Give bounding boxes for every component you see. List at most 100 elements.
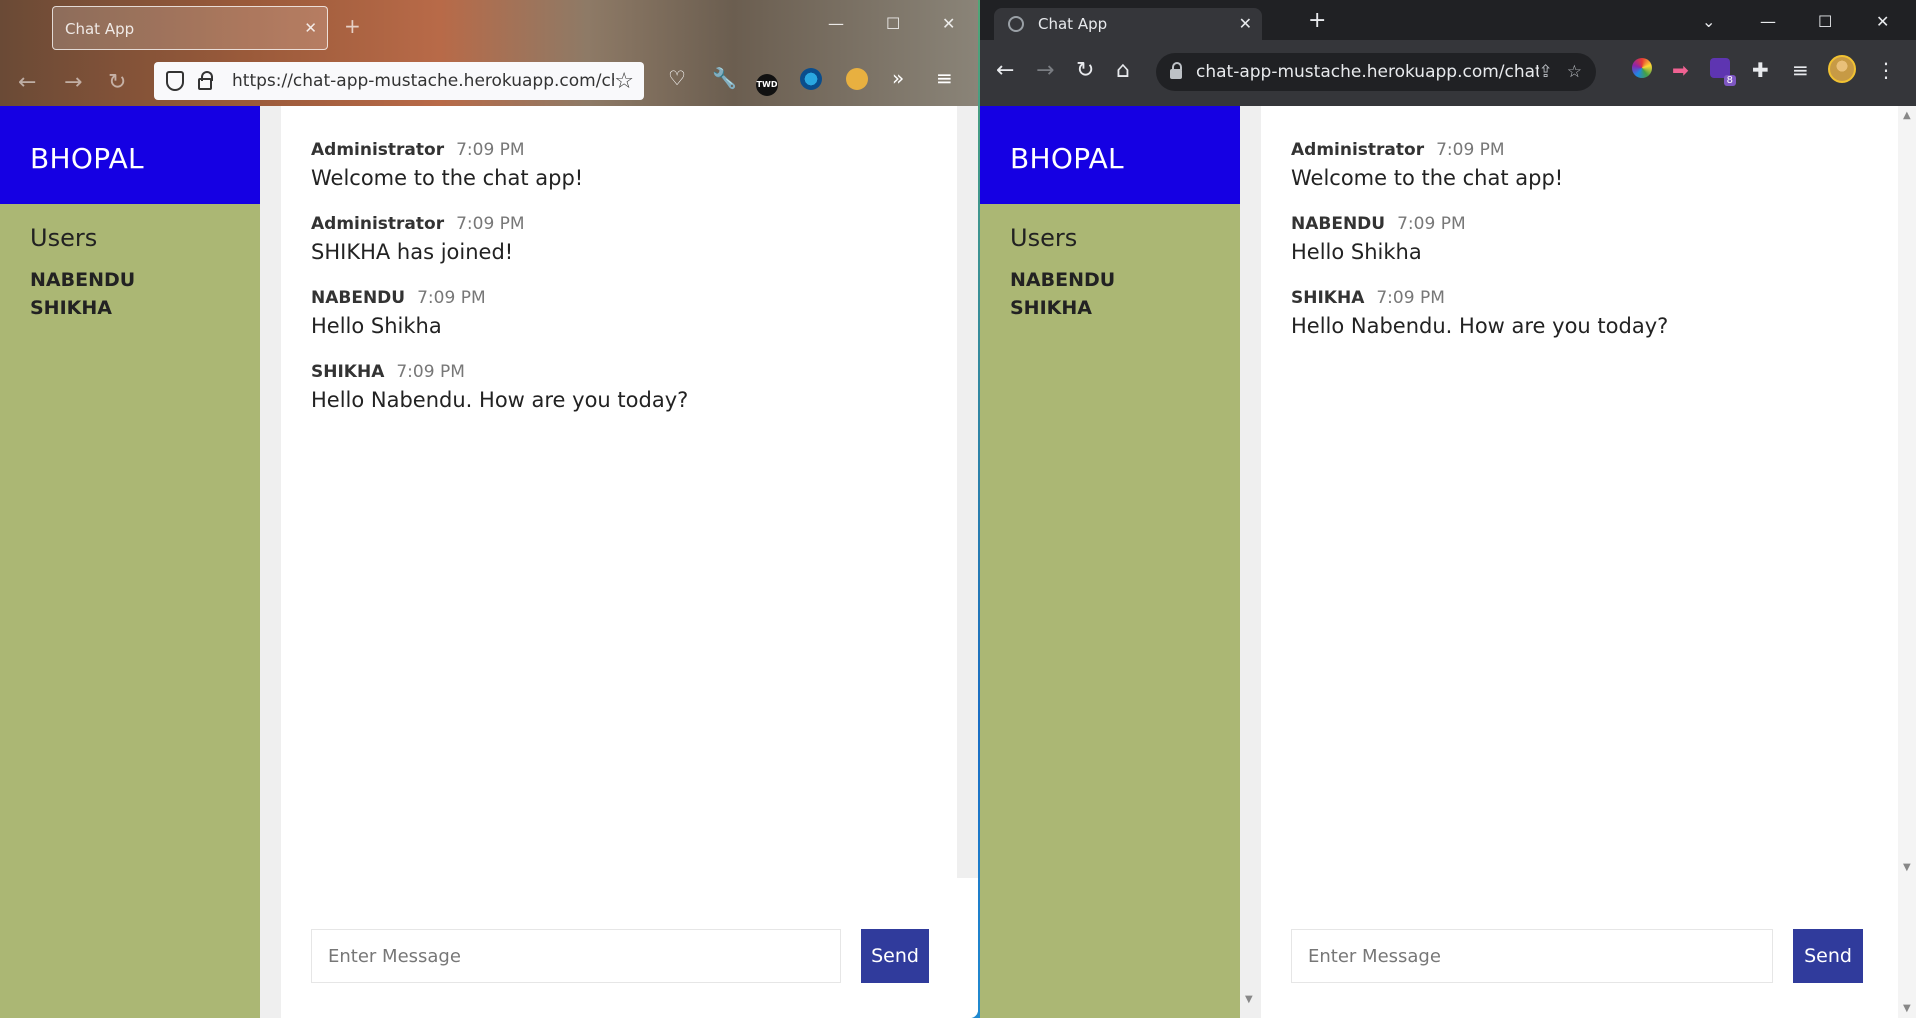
user-item: NABENDU xyxy=(1010,269,1116,291)
chrome-window: Chat App ✕ + ⌄ — ☐ ✕ ← → ↻ ⌂ chat-app-mu… xyxy=(980,0,1916,1018)
maximize-icon[interactable]: ☐ xyxy=(1818,12,1832,31)
chrome-tab[interactable]: Chat App ✕ xyxy=(994,8,1262,40)
message: SHIKHA 7:09 PM Hello Nabendu. How are you… xyxy=(311,362,948,412)
back-icon[interactable]: ← xyxy=(996,58,1014,83)
message-name: Administrator xyxy=(311,140,445,160)
message-time: 7:09 PM xyxy=(456,214,525,234)
users-title: Users xyxy=(1010,224,1078,252)
firefox-window: Chat App ✕ + — ☐ ✕ ← → ↻ https://chat-ap… xyxy=(0,0,978,1018)
scroll-down-arrow-icon[interactable]: ▼ xyxy=(1240,994,1261,1018)
message-form: Send xyxy=(1261,894,1916,1018)
reload-icon[interactable]: ↻ xyxy=(108,70,126,95)
back-icon[interactable]: ← xyxy=(18,70,36,95)
reload-icon[interactable]: ↻ xyxy=(1076,58,1094,83)
send-button[interactable]: Send xyxy=(1793,929,1863,983)
minimize-icon[interactable]: — xyxy=(828,14,844,33)
share-icon[interactable]: ⇪ xyxy=(1539,62,1553,82)
message-input[interactable] xyxy=(311,929,841,983)
close-window-icon[interactable]: ✕ xyxy=(942,14,955,33)
scroll-down-arrow-icon[interactable]: ▼ xyxy=(1903,862,1911,873)
chrome-address-bar[interactable]: chat-app-mustache.herokuapp.com/chat....… xyxy=(1156,53,1596,91)
wrench-icon[interactable]: 🔧 xyxy=(712,66,737,90)
sidebar: BHOPAL Users NABENDU SHIKHA xyxy=(980,106,1240,1018)
message-scrollbar[interactable] xyxy=(957,106,978,878)
user-list: NABENDU SHIKHA xyxy=(0,266,260,322)
extension-badge: 8 xyxy=(1723,75,1736,86)
chrome-tab-title: Chat App xyxy=(1038,15,1108,33)
message-time: 7:09 PM xyxy=(1376,288,1445,308)
maximize-icon[interactable]: ☐ xyxy=(886,14,900,33)
firefox-address-bar[interactable]: https://chat-app-mustache.herokuapp.com/… xyxy=(154,62,644,100)
pocket-icon[interactable]: ♡ xyxy=(668,66,686,90)
close-window-icon[interactable]: ✕ xyxy=(1876,12,1889,31)
new-tab-icon[interactable]: + xyxy=(344,14,361,38)
minimize-icon[interactable]: — xyxy=(1760,12,1776,31)
firefox-tab[interactable]: Chat App ✕ xyxy=(52,6,328,50)
message-name: SHIKHA xyxy=(1291,288,1365,308)
globe-icon xyxy=(1008,16,1024,32)
more-tools-icon[interactable]: » xyxy=(892,66,904,90)
message-text: Welcome to the chat app! xyxy=(311,166,584,190)
message: SHIKHA 7:09 PM Hello Nabendu. How are you… xyxy=(1291,288,1886,338)
profile-avatar[interactable] xyxy=(1828,55,1856,88)
chrome-page: BHOPAL Users NABENDU SHIKHA ▼ Administra… xyxy=(980,106,1916,1018)
page-scrollbar[interactable]: ▲ ▼ ▼ xyxy=(1898,106,1916,1018)
scroll-up-arrow-icon[interactable]: ▲ xyxy=(1903,110,1911,121)
room-title: BHOPAL xyxy=(0,106,260,204)
extensions-puzzle-icon[interactable]: ✚ xyxy=(1752,58,1769,82)
user-item: SHIKHA xyxy=(30,297,112,319)
globe-extension-icon[interactable] xyxy=(800,68,822,95)
message-time: 7:09 PM xyxy=(417,288,486,308)
message-time: 7:09 PM xyxy=(1397,214,1466,234)
message-name: NABENDU xyxy=(1291,214,1386,234)
message-name: Administrator xyxy=(1291,140,1425,160)
message-list[interactable]: Administrator 7:09 PM Welcome to the chat… xyxy=(1261,106,1916,894)
message: Administrator 7:09 PM Welcome to the chat… xyxy=(311,140,948,190)
message-list[interactable]: Administrator 7:09 PM Welcome to the chat… xyxy=(281,106,978,894)
shield-icon[interactable] xyxy=(166,71,184,91)
message-text: SHIKHA has joined! xyxy=(311,240,514,264)
chrome-tabstrip: Chat App ✕ + ⌄ — ☐ ✕ xyxy=(980,0,1916,40)
message: NABENDU 7:09 PM Hello Shikha xyxy=(1291,214,1886,264)
firefox-toolbar: Chat App ✕ + — ☐ ✕ ← → ↻ https://chat-ap… xyxy=(0,0,978,106)
bookmark-star-icon[interactable]: ☆ xyxy=(614,69,634,94)
user-list: NABENDU SHIKHA xyxy=(980,266,1240,322)
users-title: Users xyxy=(30,224,98,252)
message-time: 7:09 PM xyxy=(1436,140,1505,160)
user-item: NABENDU xyxy=(30,269,136,291)
scroll-down-arrow-icon[interactable]: ▼ xyxy=(1903,1003,1911,1014)
message-text: Hello Shikha xyxy=(311,314,442,338)
menu-icon[interactable]: ≡ xyxy=(936,66,953,90)
chrome-menu-icon[interactable]: ⋮ xyxy=(1876,58,1896,82)
room-title: BHOPAL xyxy=(980,106,1240,204)
chat-main: Administrator 7:09 PM Welcome to the chat… xyxy=(1261,106,1916,1018)
message-name: Administrator xyxy=(311,214,445,234)
firefox-url-text: https://chat-app-mustache.herokuapp.com/… xyxy=(232,71,615,91)
send-button[interactable]: Send xyxy=(861,929,929,983)
close-tab-icon[interactable]: ✕ xyxy=(1239,14,1252,33)
message-text: Hello Nabendu. How are you today? xyxy=(311,388,689,412)
twd-extension-icon[interactable]: TWD xyxy=(756,68,778,96)
bookmark-star-icon[interactable]: ☆ xyxy=(1567,62,1582,82)
color-extension-icon[interactable] xyxy=(1632,58,1652,83)
message: Administrator 7:09 PM Welcome to the chat… xyxy=(1291,140,1886,190)
sun-extension-icon[interactable] xyxy=(846,68,868,95)
reading-list-icon[interactable]: ≡ xyxy=(1792,58,1809,82)
chrome-url-text: chat-app-mustache.herokuapp.com/chat.... xyxy=(1196,62,1539,82)
message: NABENDU 7:09 PM Hello Shikha xyxy=(311,288,948,338)
layers-extension-icon[interactable]: 8 xyxy=(1710,58,1736,86)
close-tab-icon[interactable]: ✕ xyxy=(304,19,317,37)
lock-icon[interactable] xyxy=(198,71,213,90)
lock-icon[interactable] xyxy=(1170,62,1182,79)
forward-icon[interactable]: → xyxy=(1036,58,1054,83)
message-text: Hello Nabendu. How are you today? xyxy=(1291,314,1669,338)
new-tab-icon[interactable]: + xyxy=(1308,8,1326,33)
tag-extension-icon[interactable]: ➡ xyxy=(1672,58,1689,82)
sidebar: BHOPAL Users NABENDU SHIKHA xyxy=(0,106,260,1018)
forward-icon[interactable]: → xyxy=(64,70,82,95)
message-input[interactable] xyxy=(1291,929,1773,983)
tab-search-icon[interactable]: ⌄ xyxy=(1702,12,1715,31)
message: Administrator 7:09 PM SHIKHA has joined! xyxy=(311,214,948,264)
home-icon[interactable]: ⌂ xyxy=(1116,58,1130,83)
message-name: SHIKHA xyxy=(311,362,385,382)
